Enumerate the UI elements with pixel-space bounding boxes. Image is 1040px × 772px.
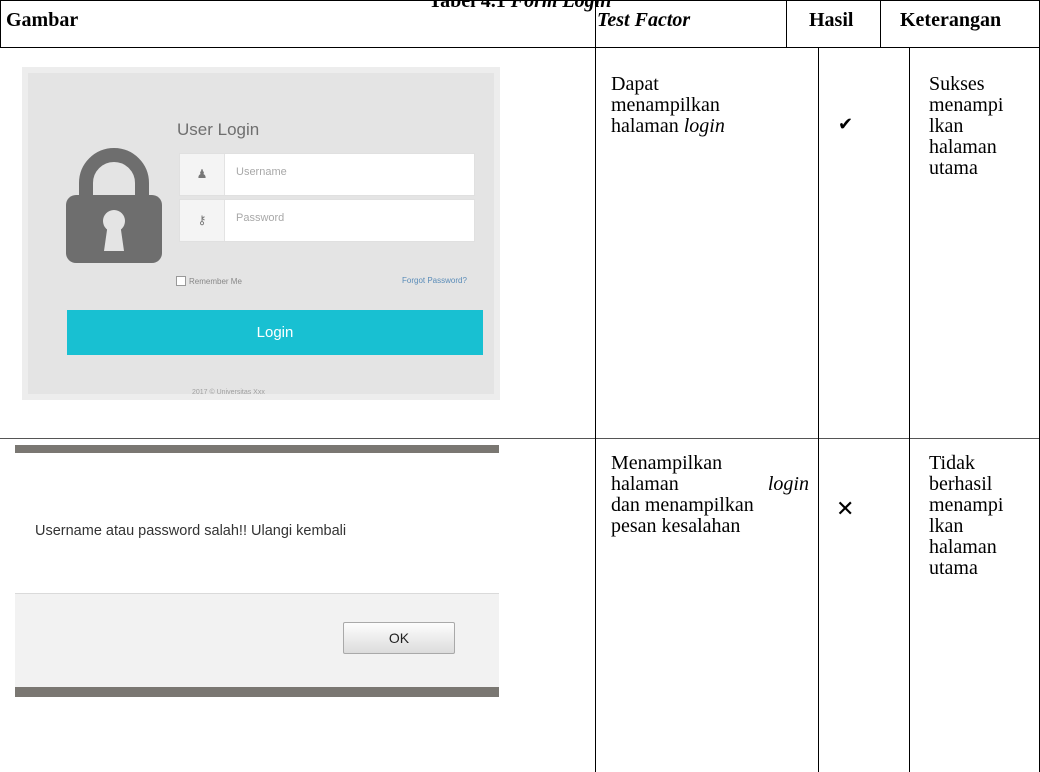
login-button[interactable]: Login	[67, 310, 483, 355]
username-field[interactable]: ♟	[179, 153, 475, 196]
row2-test-factor-line2: halaman login	[611, 473, 809, 495]
row1-test-factor-line2: menampilkan	[611, 94, 720, 116]
user-icon: ♟	[180, 154, 225, 195]
table-border-top	[0, 0, 1040, 1]
lock-icon	[66, 148, 162, 263]
col-divider-hasil-header	[786, 0, 787, 48]
checkbox-icon[interactable]	[176, 276, 186, 286]
row1-keterangan: Sukses menampi lkan halaman utama	[929, 73, 1004, 179]
login-footer: 2017 © Universitas Xxx	[192, 389, 265, 396]
dialog-footer: OK	[15, 593, 499, 687]
cross-icon: ✕	[836, 497, 855, 522]
row2-keterangan: Tidak berhasil menampi lkan halaman utam…	[929, 452, 1004, 579]
header-test-factor: Test Factor	[597, 9, 691, 31]
remember-me-label: Remember Me	[189, 276, 242, 286]
error-message: Username atau password salah!! Ulangi ke…	[35, 523, 347, 539]
row2-test-factor-line1: Menampilkan	[611, 452, 723, 474]
table-border-left	[0, 0, 1, 48]
row1-test-factor-line1: Dapat	[611, 73, 659, 95]
ok-button[interactable]: OK	[343, 622, 455, 654]
row2-test-factor-line4: pesan kesalahan	[611, 515, 741, 537]
remember-me-checkbox[interactable]: Remember Me	[176, 276, 242, 286]
dialog-body: Username atau password salah!! Ulangi ke…	[15, 453, 499, 593]
table-caption: Tabel 4.1 Form Login	[428, 0, 612, 12]
login-screenshot: User Login ♟ ⚷ Remember Me Forgot Passwo…	[22, 67, 500, 400]
key-icon: ⚷	[180, 200, 225, 241]
header-divider	[0, 47, 1040, 48]
header-keterangan: Keterangan	[900, 9, 1002, 31]
row1-test-factor: Dapat menampilkan halaman login	[611, 74, 725, 137]
row2-test-factor-line3: dan menampilkan	[611, 494, 754, 516]
row1-test-factor-line3: halaman login	[611, 115, 725, 137]
col-divider-gambar	[595, 0, 596, 772]
row-divider	[0, 438, 1040, 439]
password-field[interactable]: ⚷	[179, 199, 475, 242]
col-divider-keterangan-header	[880, 0, 881, 48]
check-icon: ✔	[838, 114, 854, 135]
username-input[interactable]	[236, 166, 456, 178]
forgot-password-link[interactable]: Forgot Password?	[402, 276, 467, 285]
col-divider-hasil	[818, 48, 819, 772]
header-hasil: Hasil	[809, 9, 854, 31]
header-gambar: Gambar	[6, 9, 79, 31]
error-dialog-screenshot: Username atau password salah!! Ulangi ke…	[15, 445, 499, 697]
row2-test-factor: Menampilkan halaman login dan menampilkan…	[611, 453, 809, 537]
login-title: User Login	[177, 120, 260, 139]
password-input[interactable]	[236, 212, 456, 224]
col-divider-keterangan	[909, 48, 910, 772]
